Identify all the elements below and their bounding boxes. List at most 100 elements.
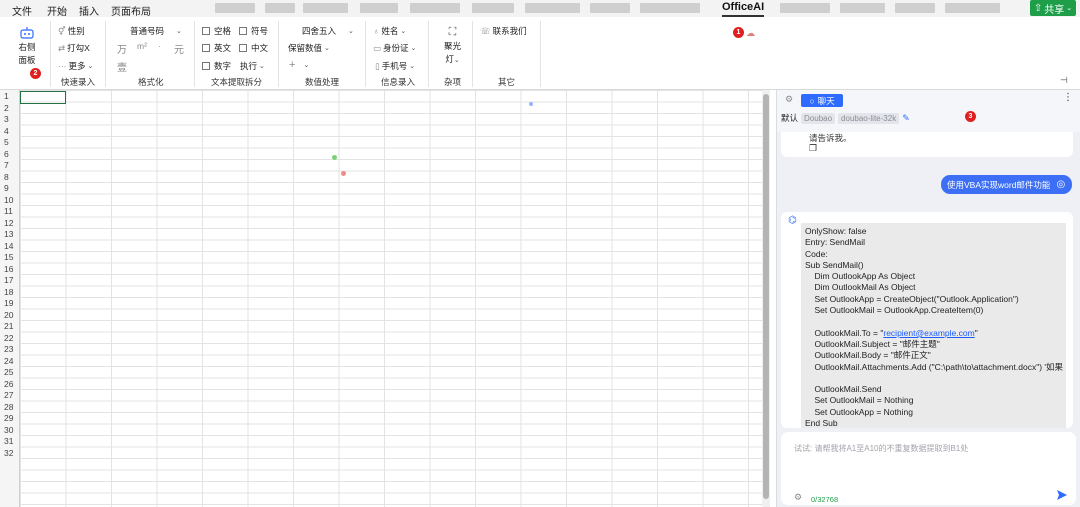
row-header[interactable]: 3 (0, 114, 20, 126)
more-menu-icon[interactable]: ⋮ (1063, 92, 1073, 103)
row-header[interactable]: 21 (0, 321, 20, 333)
menu-insert[interactable]: 插入 (79, 3, 99, 18)
email-link[interactable]: recipient@example.com (883, 328, 974, 338)
chat-icon: ○ (809, 95, 815, 106)
row-header[interactable]: 4 (0, 126, 20, 138)
row-header[interactable]: 29 (0, 413, 20, 425)
row-header[interactable]: 2 (0, 103, 20, 115)
menu-home[interactable]: 开始 (47, 3, 67, 18)
plus-icon: + (289, 59, 296, 71)
pin-icon[interactable]: ⊣ (1060, 75, 1068, 86)
id-card-button[interactable]: ▭ 身份证 ⌄ (373, 42, 416, 54)
code-line: Set OutlookApp = CreateObject("Outlook.A… (805, 294, 1062, 305)
row-header[interactable]: 16 (0, 264, 20, 276)
code-line-text: Set OutlookMail = OutlookApp.CreateItem(… (805, 305, 984, 316)
row-header[interactable]: 19 (0, 298, 20, 310)
blurred-tab (780, 3, 830, 13)
row-header[interactable]: 20 (0, 310, 20, 322)
row-header[interactable]: 23 (0, 344, 20, 356)
default-label: 默认 (781, 113, 799, 123)
format-square-meter-button[interactable]: m² (137, 41, 147, 51)
share-button[interactable]: ⇧ 共享 ⌄ (1030, 0, 1076, 16)
row-header[interactable]: 30 (0, 425, 20, 437)
code-line: OutlookMail.Attachments.Add ("C:\path\to… (805, 362, 1063, 373)
row-header[interactable]: 10 (0, 195, 20, 207)
more-button[interactable]: ··· 更多 ⌄ (58, 60, 93, 72)
spotlight-icon: ⛶ (448, 26, 457, 38)
extract-number-checkbox[interactable]: 数字 (202, 60, 231, 72)
extract-symbol-checkbox[interactable]: 符号 (239, 25, 268, 37)
group-label-format: 格式化 (138, 77, 164, 87)
send-icon[interactable] (1056, 489, 1068, 501)
row-header[interactable]: 9 (0, 183, 20, 195)
tab-officeai[interactable]: OfficeAI (722, 1, 764, 13)
format-wan-button[interactable]: 万 (117, 41, 127, 56)
active-cell[interactable] (20, 91, 66, 104)
annotation-badge-2: 2 (30, 68, 41, 79)
settings-icon[interactable]: ⚙ (785, 94, 793, 105)
row-header[interactable]: 6 (0, 149, 20, 161)
row-header[interactable]: 5 (0, 137, 20, 149)
code-line-text: OutlookMail.Subject = "邮件主题" (805, 338, 940, 349)
chat-input-box[interactable]: 试试: 请帮我将A1至A10的不重复数据提取到B1处 ⚙ 0/32768 (781, 432, 1076, 505)
row-header[interactable]: 14 (0, 241, 20, 253)
id-card-icon: ▭ (373, 42, 382, 53)
name-button[interactable]: ♁ 姓名 ⌄ (373, 25, 406, 37)
settings-icon[interactable]: ⚙ (794, 492, 802, 503)
row-header[interactable]: 27 (0, 390, 20, 402)
row-header[interactable]: 12 (0, 218, 20, 230)
row-header[interactable]: 11 (0, 206, 20, 218)
row-header[interactable]: 31 (0, 436, 20, 448)
format-dot-button[interactable]: · (158, 41, 161, 51)
scrollbar-thumb[interactable] (763, 94, 769, 499)
app-window: 文件 开始 插入 页面布局 OfficeAI ⇧ 共享 ⌄ 右侧 面板 2 ⚥ … (0, 0, 1080, 507)
row-header[interactable]: 28 (0, 402, 20, 414)
add-button[interactable]: + ⌄ (289, 59, 309, 71)
row-header[interactable]: 26 (0, 379, 20, 391)
copy-icon[interactable]: ❐ (809, 143, 817, 154)
contact-us-button[interactable]: ☏ 联系我们 (480, 25, 527, 37)
blurred-tab (410, 3, 460, 13)
model-provider-select[interactable]: Doubao (801, 112, 836, 124)
row-header[interactable]: 17 (0, 275, 20, 287)
row-header[interactable]: 25 (0, 367, 20, 379)
format-capital-button[interactable]: 壹 (117, 59, 127, 74)
code-line: OutlookMail.Send (805, 384, 1062, 395)
row-header[interactable]: 22 (0, 333, 20, 345)
extract-space-checkbox[interactable]: 空格 (202, 25, 231, 37)
phone-button[interactable]: ▯ 手机号 ⌄ (375, 60, 415, 72)
extract-english-checkbox[interactable]: 英文 (202, 42, 231, 54)
right-panel-button[interactable]: 右侧 面板 (18, 26, 36, 66)
chevron-down-icon: ⌄ (87, 63, 94, 70)
row-header[interactable]: 18 (0, 287, 20, 299)
code-block[interactable]: OnlyShow: false Entry: SendMail Code: Sub S… (801, 223, 1066, 428)
row-header[interactable]: 1 (0, 91, 20, 103)
chevron-down-icon: ⌄ (1066, 5, 1073, 12)
execute-button[interactable]: 执行 ⌄ (240, 60, 265, 72)
vertical-scrollbar[interactable] (762, 90, 770, 507)
row-header[interactable]: 24 (0, 356, 20, 368)
format-yuan-button[interactable]: 元 (174, 41, 184, 56)
group-label-quick-entry: 快速录入 (61, 77, 96, 87)
edit-icon[interactable]: ✎ (902, 113, 910, 124)
row-header[interactable]: 15 (0, 252, 20, 264)
code-line-text: Set OutlookApp = Nothing (805, 406, 913, 417)
code-line: End Sub (805, 418, 1062, 428)
extract-chinese-label: 中文 (251, 43, 269, 53)
model-name-select[interactable]: doubao-lite-32k (838, 112, 900, 124)
round-select[interactable]: 四舍五入 ⌄ (302, 25, 354, 37)
extract-chinese-checkbox[interactable]: 中文 (239, 42, 268, 54)
row-header[interactable]: 7 (0, 160, 20, 172)
gender-button[interactable]: ⚥ 性别 (58, 25, 85, 37)
spotlight-button[interactable]: ⛶ 聚光 灯⌄ (444, 26, 461, 65)
number-type-select[interactable]: 普通号码 ⌄ (130, 25, 182, 37)
menu-page-layout[interactable]: 页面布局 (111, 3, 151, 18)
tab-chat[interactable]: ○ 聊天 (801, 94, 843, 107)
check-x-button[interactable]: ⇄ 打勾X (58, 42, 90, 54)
row-header[interactable]: 13 (0, 229, 20, 241)
row-header[interactable]: 32 (0, 448, 20, 460)
cell-grid[interactable] (20, 90, 762, 507)
keep-value-button[interactable]: 保留数值 ⌄ (288, 42, 330, 54)
menu-file[interactable]: 文件 (12, 3, 32, 18)
row-header[interactable]: 8 (0, 172, 20, 184)
